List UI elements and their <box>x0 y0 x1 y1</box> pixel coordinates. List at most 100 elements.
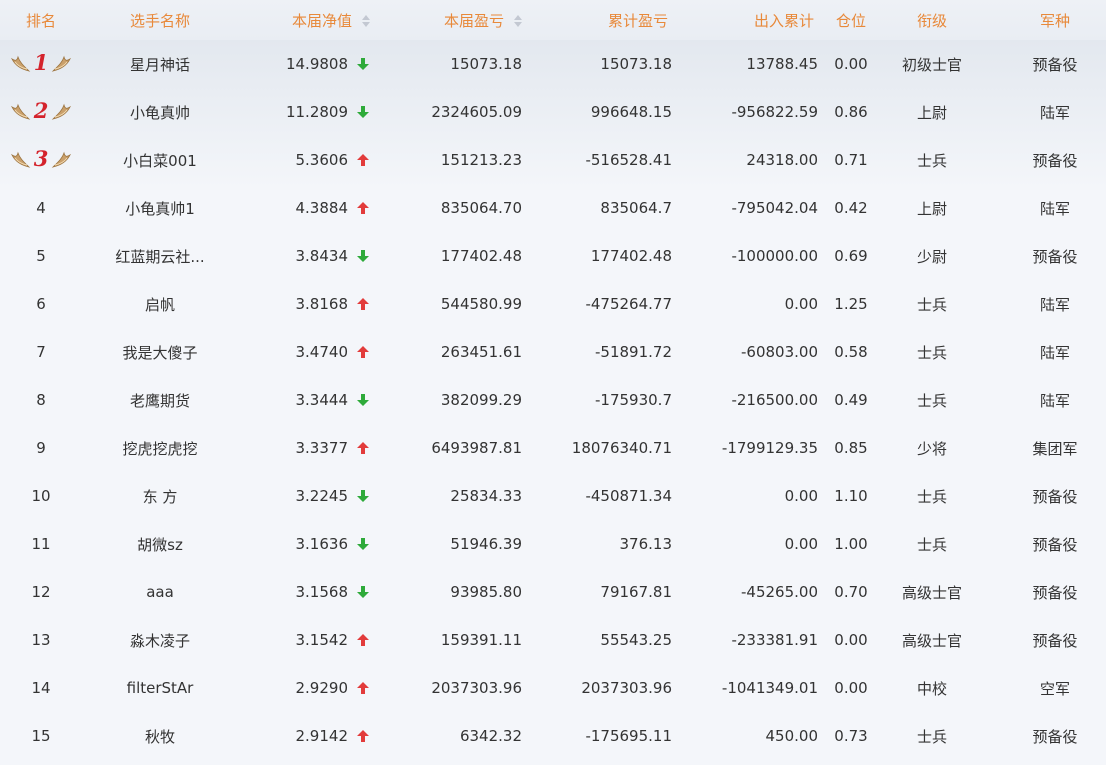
rank-cell: 15 <box>31 727 51 745</box>
player-name[interactable]: 挖虎挖虎挖 <box>82 438 238 459</box>
cumulative-profit: 177402.48 <box>590 247 672 265</box>
table-row[interactable]: 5 红蓝期云社... 3.8434 177402.48 177402.48 -100000… <box>0 232 1106 280</box>
arrow-up-icon <box>348 729 388 743</box>
player-name[interactable]: 东 方 <box>82 486 238 507</box>
table-row[interactable]: 6 启帆 3.8168 544580.99 -475264.77 0.00 1.25 士兵 陆军 <box>0 280 1106 328</box>
table-row[interactable]: 3 小白菜001 5.3606 151213.23 -516528.41 24318.00… <box>0 136 1106 184</box>
army-type: 陆军 <box>1039 343 1070 362</box>
table-row[interactable]: 12 aaa 3.1568 93985.80 79167.81 -45265.00 0.70… <box>0 568 1106 616</box>
rank-cell: 8 <box>36 391 46 409</box>
cumulative-profit: -175930.7 <box>595 391 672 409</box>
cumulative-profit: -475264.77 <box>585 295 672 313</box>
cumulative-profit: 55543.25 <box>600 631 672 649</box>
player-name[interactable]: 小龟真帅1 <box>82 198 238 219</box>
rank-cell: 6 <box>36 295 46 313</box>
inout-cumulative: -795042.04 <box>731 199 818 217</box>
player-name[interactable]: 启帆 <box>82 294 238 315</box>
inout-cumulative: -60803.00 <box>741 343 818 361</box>
army-type: 预备役 <box>1032 583 1078 602</box>
medal-number: 1 <box>33 50 49 76</box>
wing-icon <box>52 151 72 168</box>
net-value: 3.8168 <box>295 295 349 313</box>
player-name[interactable]: 淼木凌子 <box>82 630 238 651</box>
period-profit: 2037303.96 <box>431 679 522 697</box>
rank-title: 士兵 <box>916 727 947 746</box>
wing-icon <box>10 55 30 72</box>
rank-title: 上尉 <box>916 199 947 218</box>
table-row[interactable]: 7 我是大傻子 3.4740 263451.61 -51891.72 -60803.00 0… <box>0 328 1106 376</box>
cumulative-profit: 376.13 <box>619 535 673 553</box>
player-name[interactable]: 小龟真帅 <box>82 102 238 123</box>
header-rank: 排名 <box>25 11 56 30</box>
header-inout: 出入累计 <box>753 11 814 30</box>
arrow-up-icon <box>348 297 388 311</box>
army-type: 陆军 <box>1039 295 1070 314</box>
position-ratio: 0.42 <box>834 199 868 217</box>
player-name[interactable]: 红蓝期云社... <box>82 246 238 267</box>
period-profit: 177402.48 <box>440 247 522 265</box>
table-row[interactable]: 10 东 方 3.2245 25834.33 -450871.34 0.00 1.10 士兵 预… <box>0 472 1106 520</box>
cumulative-profit: 996648.15 <box>590 103 672 121</box>
table-row[interactable]: 2 小龟真帅 11.2809 2324605.09 996648.15 -956822.5… <box>0 88 1106 136</box>
period-profit: 835064.70 <box>440 199 522 217</box>
rank-cell: 3 <box>0 146 82 174</box>
arrow-down-icon <box>348 585 388 599</box>
table-row[interactable]: 13 淼木凌子 3.1542 159391.11 55543.25 -233381.91 0… <box>0 616 1106 664</box>
net-value: 3.1636 <box>295 535 349 553</box>
net-value: 2.9290 <box>295 679 349 697</box>
net-value: 3.3377 <box>295 439 349 457</box>
sort-icon <box>362 15 370 27</box>
player-name[interactable]: 小白菜001 <box>82 150 238 171</box>
table-row[interactable]: 8 老鹰期货 3.3444 382099.29 -175930.7 -216500.00 0… <box>0 376 1106 424</box>
player-name[interactable]: filterStAr <box>82 679 238 697</box>
rank-title: 士兵 <box>916 295 947 314</box>
inout-cumulative: 24318.00 <box>746 151 818 169</box>
player-name[interactable]: 星月神话 <box>82 54 238 75</box>
net-value: 3.4740 <box>295 343 349 361</box>
army-type: 集团军 <box>1032 439 1078 458</box>
army-type: 预备役 <box>1032 55 1078 74</box>
net-value: 14.9808 <box>285 55 348 73</box>
header-profit-sortable[interactable]: 本届盈亏 <box>388 10 522 31</box>
arrow-up-icon <box>348 201 388 215</box>
inout-cumulative: 0.00 <box>784 535 818 553</box>
net-value: 3.8434 <box>295 247 349 265</box>
inout-cumulative: 0.00 <box>784 295 818 313</box>
cumulative-profit: -516528.41 <box>585 151 672 169</box>
table-row[interactable]: 9 挖虎挖虎挖 3.3377 6493987.81 18076340.71 -179912… <box>0 424 1106 472</box>
rank-title: 上尉 <box>916 103 947 122</box>
player-name[interactable]: 老鹰期货 <box>82 390 238 411</box>
rank-cell: 10 <box>31 487 51 505</box>
army-type: 陆军 <box>1039 103 1070 122</box>
player-name[interactable]: 我是大傻子 <box>82 342 238 363</box>
header-army: 军种 <box>1039 11 1070 30</box>
position-ratio: 0.58 <box>834 343 868 361</box>
table-row[interactable]: 4 小龟真帅1 4.3884 835064.70 835064.7 -795042.04 0… <box>0 184 1106 232</box>
position-ratio: 0.00 <box>834 55 868 73</box>
medal-number: 3 <box>33 146 49 172</box>
inout-cumulative: 450.00 <box>765 727 819 745</box>
table-row[interactable]: 11 胡微sz 3.1636 51946.39 376.13 0.00 1.00 士兵 预备役 <box>0 520 1106 568</box>
inout-cumulative: -1041349.01 <box>721 679 818 697</box>
player-name[interactable]: 秋牧 <box>82 726 238 747</box>
rank-title: 少尉 <box>916 247 947 266</box>
rank-cell: 4 <box>36 199 46 217</box>
arrow-down-icon <box>348 489 388 503</box>
period-profit: 51946.39 <box>450 535 522 553</box>
cumulative-profit: -450871.34 <box>585 487 672 505</box>
table-row[interactable]: 15 秋牧 2.9142 6342.32 -175695.11 450.00 0.73 士兵 预… <box>0 712 1106 760</box>
rank-cell: 5 <box>36 247 46 265</box>
cumulative-profit: -51891.72 <box>595 343 672 361</box>
cumulative-profit: -175695.11 <box>585 727 672 745</box>
player-name[interactable]: aaa <box>82 583 238 601</box>
rank-cell: 7 <box>36 343 46 361</box>
header-nav-sortable[interactable]: 本届净值 <box>238 10 388 31</box>
rank-cell: 2 <box>0 98 82 126</box>
period-profit: 15073.18 <box>450 55 522 73</box>
period-profit: 25834.33 <box>450 487 522 505</box>
army-type: 预备役 <box>1032 535 1078 554</box>
table-row[interactable]: 1 星月神话 14.9808 15073.18 15073.18 13788.45 0.00… <box>0 40 1106 88</box>
table-row[interactable]: 14 filterStAr 2.9290 2037303.96 2037303.96 -1… <box>0 664 1106 712</box>
player-name[interactable]: 胡微sz <box>82 534 238 555</box>
period-profit: 382099.29 <box>440 391 522 409</box>
